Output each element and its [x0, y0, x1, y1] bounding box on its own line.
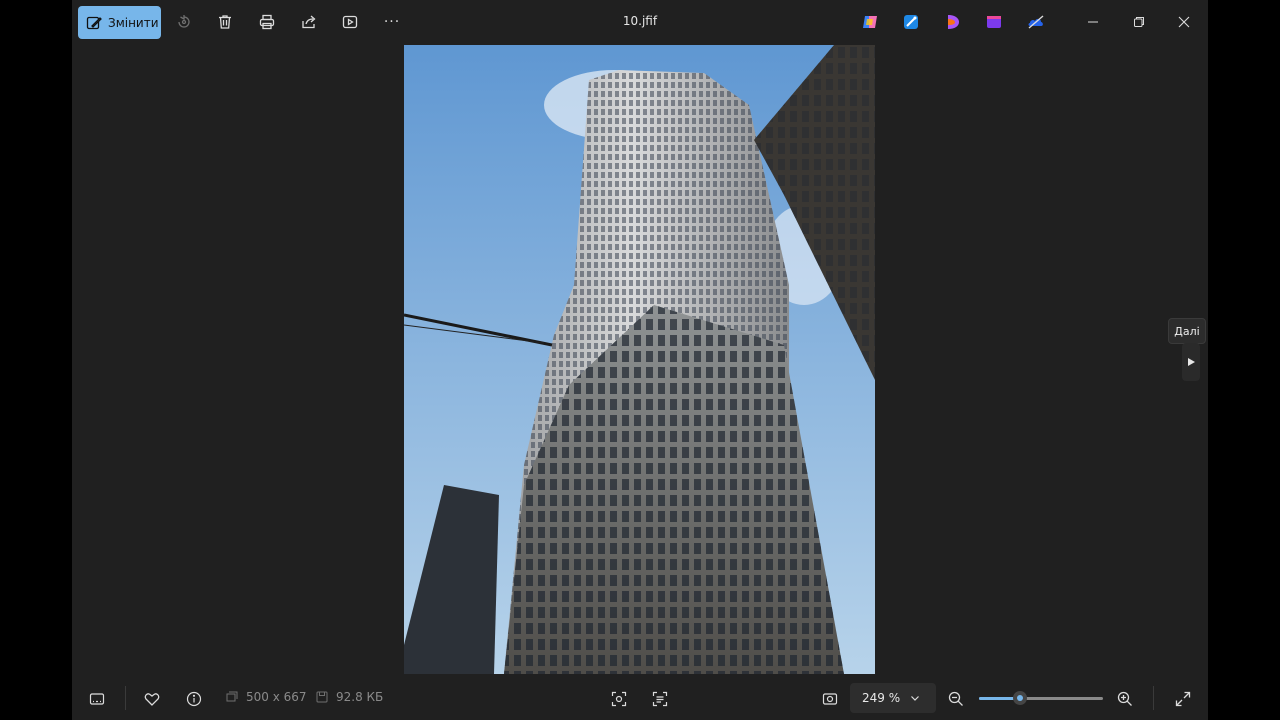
more-icon: ··· [383, 14, 401, 30]
designer-icon [904, 15, 918, 29]
filmstrip-icon [89, 693, 105, 705]
visual-search-button[interactable] [608, 688, 630, 710]
rotate-icon [178, 15, 190, 28]
copy-text-button[interactable] [649, 688, 671, 710]
file-size-value: 92.8 КБ [336, 690, 384, 704]
zoom-out-button[interactable] [945, 688, 967, 710]
close-button[interactable] [1170, 8, 1198, 36]
photo-viewer-window: Змінити ··· 10.jfif Далі 500 x 667 92.8 … [72, 0, 1208, 720]
rotate-button[interactable] [172, 10, 196, 34]
edit-button[interactable]: Змінити [78, 6, 161, 39]
dimensions-value: 500 x 667 [246, 690, 307, 704]
toolbar-separator [125, 686, 126, 710]
maximize-icon [1134, 17, 1144, 27]
slideshow-button[interactable] [338, 10, 362, 34]
copilot-icon [863, 16, 877, 28]
disk-icon [316, 691, 328, 703]
maximize-button[interactable] [1125, 8, 1153, 36]
video-editor-button[interactable] [985, 13, 1003, 31]
fullscreen-icon [1175, 691, 1191, 707]
zoom-in-button[interactable] [1114, 688, 1136, 710]
delete-button[interactable] [213, 10, 237, 34]
scan-text-icon [652, 691, 668, 707]
bottom-toolbar: 500 x 667 92.8 КБ 249 % [72, 676, 1208, 720]
share-icon [302, 15, 316, 29]
print-icon [259, 14, 275, 30]
zoom-slider-thumb[interactable] [1012, 691, 1027, 705]
zoom-slider[interactable] [979, 690, 1103, 706]
close-icon [1178, 16, 1190, 28]
chevron-down-icon [911, 696, 920, 701]
share-button[interactable] [297, 10, 321, 34]
info-icon [186, 691, 202, 707]
filmstrip-button[interactable] [86, 688, 108, 710]
onedrive-icon [1028, 15, 1044, 29]
delete-icon [219, 15, 231, 29]
slideshow-icon [342, 15, 358, 29]
image-dimensions: 500 x 667 [226, 690, 307, 704]
video-editor-icon [987, 16, 1001, 28]
fullscreen-button[interactable] [1172, 688, 1194, 710]
next-tooltip: Далі [1168, 318, 1206, 344]
clipchamp-button[interactable] [944, 13, 962, 31]
dimensions-icon [226, 691, 238, 702]
visual-search-icon [611, 691, 627, 707]
copilot-button[interactable] [861, 13, 879, 31]
minimize-button[interactable] [1079, 8, 1107, 36]
minimize-icon [1088, 21, 1098, 23]
designer-button[interactable] [902, 13, 920, 31]
favorite-button[interactable] [141, 688, 163, 710]
next-arrow-icon [1188, 358, 1195, 366]
onedrive-button[interactable] [1027, 13, 1045, 31]
heart-icon [144, 693, 160, 706]
file-info-button[interactable] [183, 688, 205, 710]
next-image-button[interactable] [1182, 343, 1200, 381]
edit-image-icon [86, 16, 102, 29]
zoom-in-icon [1117, 691, 1132, 706]
print-button[interactable] [255, 10, 279, 34]
file-size: 92.8 КБ [316, 690, 383, 704]
top-toolbar: Змінити ··· 10.jfif [72, 0, 1208, 44]
clipchamp-icon [948, 15, 959, 29]
zoom-level-dropdown[interactable]: 249 % [850, 683, 936, 713]
photo-canvas[interactable] [404, 45, 875, 674]
more-options-button[interactable]: ··· [380, 10, 404, 34]
zoom-level-value: 249 % [862, 691, 901, 705]
actual-size-button[interactable] [819, 688, 841, 710]
fit-to-window-icon [822, 693, 838, 705]
toolbar-separator [1153, 686, 1154, 710]
skyscraper-photo [404, 45, 875, 674]
edit-button-label: Змінити [108, 15, 159, 30]
zoom-out-icon [948, 691, 963, 706]
